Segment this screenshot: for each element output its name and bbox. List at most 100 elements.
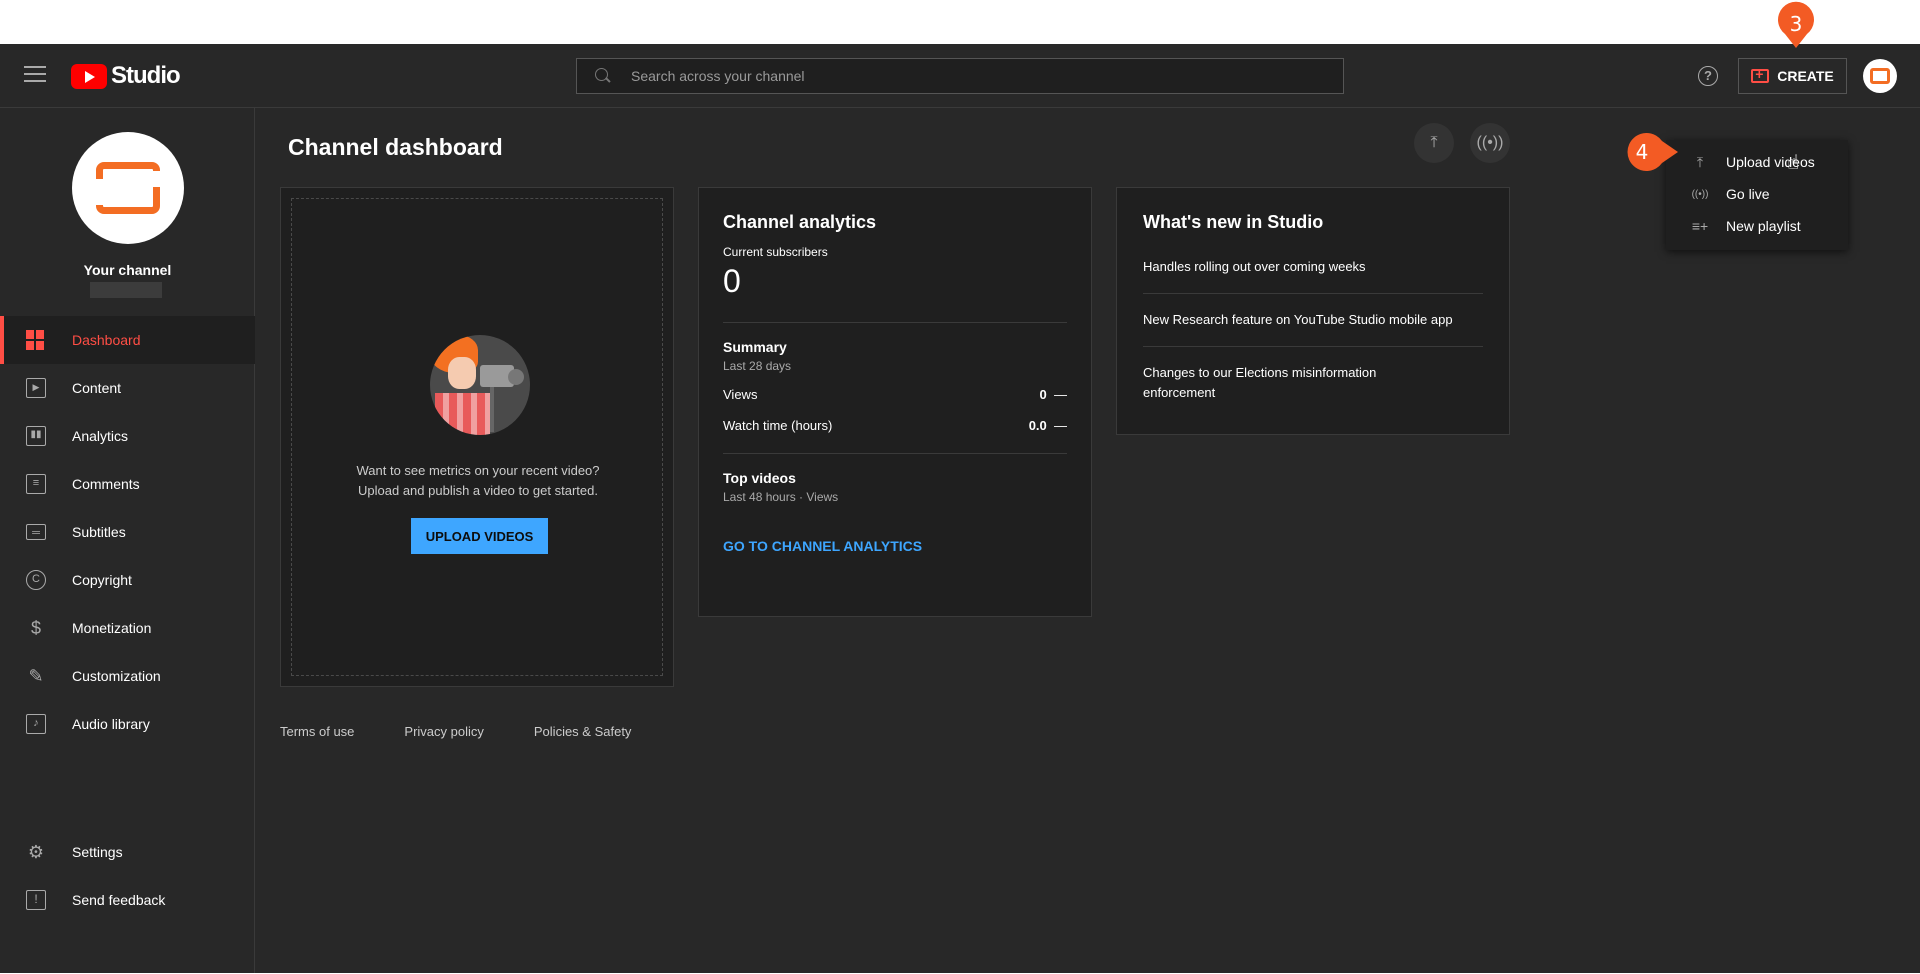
sidebar-bottom-nav: ⚙ Settings ! Send feedback <box>0 828 255 924</box>
sidebar-item-send-feedback[interactable]: ! Send feedback <box>0 876 255 924</box>
feedback-icon: ! <box>26 890 46 910</box>
menu-item-upload-videos[interactable]: ⤒ Upload videos <box>1666 146 1848 178</box>
sidebar-item-content[interactable]: ▶ Content <box>0 364 255 412</box>
sidebar-item-monetization[interactable]: $ Monetization <box>0 604 255 652</box>
sidebar-item-settings[interactable]: ⚙ Settings <box>0 828 255 876</box>
footer-links: Terms of use Privacy policy Policies & S… <box>280 724 681 739</box>
comments-icon: ≡ <box>26 474 46 494</box>
customization-icon: ✎ <box>28 666 44 686</box>
account-avatar[interactable] <box>1863 59 1897 93</box>
channel-avatar[interactable] <box>72 132 184 244</box>
row-trend: — <box>1054 387 1067 402</box>
sidebar-item-label: Settings <box>72 844 123 860</box>
whats-new-title: What's new in Studio <box>1143 212 1324 232</box>
sidebar-item-copyright[interactable]: C Copyright <box>0 556 255 604</box>
content-icon: ▶ <box>26 378 46 398</box>
summary-period: Last 28 days <box>723 359 792 373</box>
row-value: 0.0 <box>1028 418 1047 433</box>
sidebar-item-label: Audio library <box>72 716 150 732</box>
search-bar[interactable] <box>576 58 1344 94</box>
menu-item-label: Go live <box>1726 186 1770 202</box>
menu-item-go-live[interactable]: ((•)) Go live <box>1666 178 1848 210</box>
terms-of-use-link[interactable]: Terms of use <box>280 724 354 739</box>
upload-prompt-line2: Upload and publish a video to get starte… <box>358 483 598 498</box>
search-input[interactable] <box>631 68 1311 84</box>
channel-analytics-card: Channel analytics Current subscribers 0 … <box>698 187 1092 617</box>
sidebar-item-label: Content <box>72 380 122 396</box>
sidebar-item-dashboard[interactable]: Dashboard <box>0 316 255 364</box>
summary-title: Summary <box>723 339 787 355</box>
sidebar-item-label: Subtitles <box>72 524 126 540</box>
page-title: Channel dashboard <box>288 134 503 160</box>
privacy-policy-link[interactable]: Privacy policy <box>404 724 483 739</box>
studio-logo[interactable]: Studio <box>71 62 181 90</box>
menu-item-new-playlist[interactable]: ≡+ New playlist <box>1666 210 1848 242</box>
dashboard-icon <box>26 330 46 350</box>
channel-handle-redacted <box>90 282 162 298</box>
divider <box>723 322 1067 323</box>
hand-cursor-icon: ☝ <box>1787 152 1800 174</box>
upload-icon: ⤒ <box>1430 134 1438 151</box>
top-header: Studio ? CREATE <box>0 44 1920 108</box>
sidebar-nav: Dashboard ▶ Content ▮▮ Analytics ≡ Comme… <box>0 316 255 748</box>
top-margin <box>0 0 1920 44</box>
sidebar-item-label: Monetization <box>72 620 152 636</box>
youtube-play-icon <box>71 63 107 89</box>
upload-videos-button[interactable]: UPLOAD VIDEOS <box>411 518 548 554</box>
sidebar-item-label: Send feedback <box>72 892 166 908</box>
subscribers-label: Current subscribers <box>723 245 828 259</box>
sidebar-item-comments[interactable]: ≡ Comments <box>0 460 255 508</box>
create-video-icon <box>1751 66 1770 83</box>
row-label: Watch time (hours) <box>723 418 833 433</box>
sidebar-item-label: Analytics <box>72 428 129 444</box>
analytics-icon: ▮▮ <box>26 426 46 446</box>
analytics-card-title: Channel analytics <box>723 212 877 232</box>
menu-icon[interactable] <box>24 66 46 84</box>
studio-app: Studio ? CREATE Your channel Dashboard <box>0 44 1920 973</box>
upload-icon: ⤒ <box>1696 153 1704 170</box>
sidebar-item-label: Dashboard <box>72 332 141 348</box>
audio-library-icon: ♪ <box>26 714 46 734</box>
logo-text: Studio <box>111 62 181 89</box>
channel-logo-icon <box>93 162 163 214</box>
channel-logo-icon <box>1870 68 1890 84</box>
sidebar-item-label: Copyright <box>72 572 132 588</box>
menu-item-label: Upload videos <box>1726 154 1815 170</box>
create-label: CREATE <box>1777 68 1834 84</box>
news-item[interactable]: New Research feature on YouTube Studio m… <box>1143 294 1483 347</box>
news-item[interactable]: Changes to our Elections misinformation … <box>1143 347 1443 419</box>
live-icon: ((•)) <box>1476 134 1504 151</box>
summary-row-watch-time: Watch time (hours) 0.0 — <box>723 418 1067 433</box>
go-live-icon-button[interactable]: ((•)) <box>1470 123 1510 163</box>
videographer-illustration <box>430 335 530 435</box>
settings-icon: ⚙ <box>27 842 45 862</box>
sidebar-item-audio-library[interactable]: ♪ Audio library <box>0 700 255 748</box>
step-4-label: 4 <box>1636 140 1649 164</box>
upload-prompt-text: Want to see metrics on your recent video… <box>292 461 664 501</box>
step-3-label: 3 <box>1790 12 1803 36</box>
create-button[interactable]: CREATE <box>1738 58 1847 94</box>
upload-prompt-line1: Want to see metrics on your recent video… <box>356 463 600 478</box>
sidebar: Your channel Dashboard ▶ Content ▮▮ Anal… <box>0 108 255 973</box>
create-menu: ⤒ Upload videos ((•)) Go live ≡+ New pla… <box>1666 140 1848 250</box>
upload-icon-button[interactable]: ⤒ <box>1414 123 1454 163</box>
row-label: Views <box>723 387 758 402</box>
search-icon <box>595 68 611 84</box>
sidebar-item-label: Comments <box>72 476 140 492</box>
step-4-marker: 4 <box>1627 133 1678 171</box>
sidebar-item-customization[interactable]: ✎ Customization <box>0 652 255 700</box>
subscribers-count: 0 <box>723 263 741 299</box>
help-icon[interactable]: ? <box>1698 66 1718 86</box>
row-value: 0 <box>1039 387 1047 402</box>
whats-new-card: What's new in Studio Handles rolling out… <box>1116 187 1510 435</box>
news-item[interactable]: Handles rolling out over coming weeks <box>1143 241 1483 294</box>
top-videos-period: Last 48 hours · Views <box>723 490 839 504</box>
step-3-marker: 3 <box>1778 1 1814 48</box>
upload-card: Want to see metrics on your recent video… <box>280 187 674 687</box>
sidebar-item-analytics[interactable]: ▮▮ Analytics <box>0 412 255 460</box>
summary-row-views: Views 0 — <box>723 387 1067 402</box>
go-to-channel-analytics-link[interactable]: GO TO CHANNEL ANALYTICS <box>723 538 1067 554</box>
policies-safety-link[interactable]: Policies & Safety <box>534 724 632 739</box>
sidebar-item-subtitles[interactable]: ═ Subtitles <box>0 508 255 556</box>
top-videos-title: Top videos <box>723 470 796 486</box>
